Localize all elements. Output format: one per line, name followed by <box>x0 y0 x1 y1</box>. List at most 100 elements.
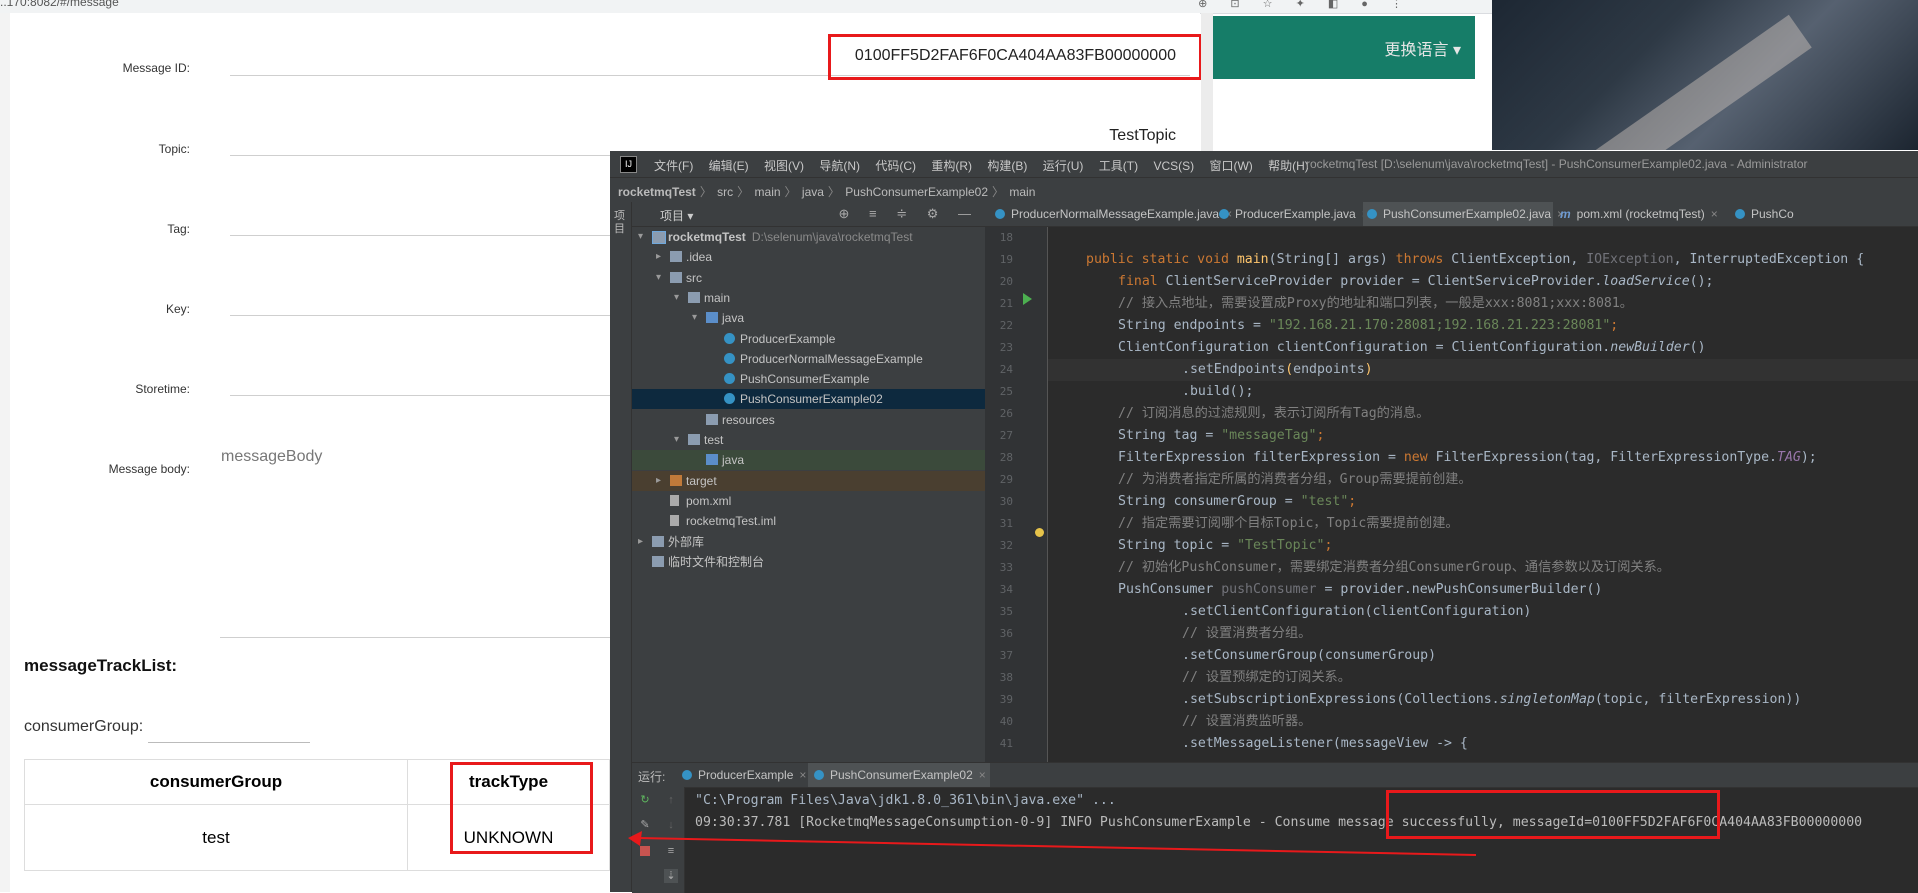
breadcrumb-project[interactable]: rocketmqTest <box>618 185 696 199</box>
close-icon[interactable]: × <box>1711 207 1718 221</box>
menu-help[interactable]: 帮助(H) <box>1268 159 1309 173</box>
tree-item-idea[interactable]: ▸ .idea <box>632 247 985 267</box>
scroll-down-icon[interactable]: ↓ <box>664 818 678 832</box>
tab-producer-normal-message-example[interactable]: ProducerNormalMessageExample.java× <box>995 202 1232 226</box>
lightbulb-icon[interactable] <box>1035 528 1044 537</box>
tree-item-label: PushConsumerExample <box>740 372 870 387</box>
tab-push-consumer-example-02[interactable]: PushConsumerExample02.java × <box>1363 202 1564 226</box>
tree-item-target[interactable]: ▸ target <box>632 470 985 491</box>
chevron-right-icon[interactable]: ▸ <box>638 532 643 552</box>
tree-item-[interactable]: 临时文件和控制台 <box>632 552 985 572</box>
chevron-right-icon[interactable]: ▸ <box>656 471 661 491</box>
folder-green-icon <box>706 454 718 466</box>
wrench-icon[interactable]: ✎ <box>638 818 652 832</box>
code-line-40: // 设置消费监听器。 <box>1182 714 1312 729</box>
console-line-command: "C:\Program Files\Java\jdk1.8.0_361\bin\… <box>695 793 1116 808</box>
track-type-highlight-box <box>450 762 593 854</box>
menu-edit[interactable]: 编辑(E) <box>709 159 749 173</box>
breadcrumb-main[interactable]: main <box>755 185 781 199</box>
rerun-icon[interactable]: ↻ <box>638 793 652 807</box>
breadcrumb: rocketmqTest 〉 src 〉 main 〉 java 〉 PushConsu… <box>610 177 1918 203</box>
run-tab-push-consumer-example-02[interactable]: PushConsumerExample02 × <box>808 763 990 787</box>
run-tab-producer-example[interactable]: ProducerExample × <box>678 763 806 787</box>
topic-label: Topic: <box>158 142 190 156</box>
close-icon[interactable]: × <box>979 768 986 782</box>
code-line-28: FilterExpression filterExpression = new … <box>1118 450 1817 465</box>
scroll-up-icon[interactable]: ↑ <box>664 793 678 807</box>
code-line-23: ClientConfiguration clientConfiguration … <box>1118 340 1706 355</box>
code-editor[interactable]: public static void main(String[] args) t… <box>1048 227 1918 762</box>
breadcrumb-separator-icon: 〉 <box>699 185 712 199</box>
breadcrumb-java[interactable]: java <box>802 185 824 199</box>
menu-file[interactable]: 文件(F) <box>654 159 693 173</box>
console-output[interactable]: "C:\Program Files\Java\jdk1.8.0_361\bin\… <box>684 787 1918 893</box>
code-line-32: String topic = "TestTopic"; <box>1118 538 1333 553</box>
chevron-down-icon[interactable]: ▾ <box>674 430 679 450</box>
tree-item-rocketmqtest[interactable]: ▾ rocketmqTest D:\selenum\java\rocketmqTes… <box>632 227 985 247</box>
browser-toolbar-icons[interactable]: ⊕ ⊡ ☆ ✦ ◧ ● ⋮ <box>1198 0 1412 10</box>
chevron-right-icon[interactable]: ▸ <box>656 247 661 267</box>
soft-wrap-icon[interactable]: ≡ <box>664 844 678 858</box>
tree-item-producernormalmessageexample[interactable]: ProducerNormalMessageExample <box>632 349 985 369</box>
close-icon[interactable]: × <box>799 768 806 782</box>
tree-item-pushconsumerexample02[interactable]: PushConsumerExample02 <box>632 389 985 410</box>
breadcrumb-src[interactable]: src <box>717 185 733 199</box>
tree-item-label: .idea <box>686 250 713 265</box>
tree-item-producerexample[interactable]: ProducerExample <box>632 329 985 349</box>
code-line-36: // 设置消费者分组。 <box>1182 626 1312 641</box>
tree-item-resources[interactable]: resources <box>632 410 985 430</box>
tree-item-test[interactable]: ▾ test <box>632 430 985 450</box>
project-panel-tool-icons[interactable]: ⊕ ≡ ≑ ⚙ — <box>839 206 979 222</box>
code-line-38: // 设置预绑定的订阅关系。 <box>1182 670 1351 685</box>
tab-producer-example[interactable]: ProducerExample.java× <box>1219 202 1369 226</box>
ide-titlebar: IJ 文件(F) 编辑(E) 视图(V) 导航(N) 代码(C) 重构(R) 构… <box>610 151 1918 177</box>
breadcrumb-class[interactable]: PushConsumerExample02 <box>845 185 988 199</box>
intellij-logo-icon[interactable]: IJ <box>620 156 637 173</box>
tree-item-main[interactable]: ▾ main <box>632 288 985 308</box>
menu-build[interactable]: 构建(B) <box>987 159 1027 173</box>
chevron-down-icon[interactable]: ▾ <box>692 308 697 328</box>
tree-item-pushconsumerexample[interactable]: PushConsumerExample <box>632 369 985 389</box>
menu-navigate[interactable]: 导航(N) <box>819 159 860 173</box>
tree-item-pom-xml[interactable]: pom.xml <box>632 491 985 511</box>
run-gutter-icon[interactable] <box>1023 293 1032 305</box>
project-panel: 项目 ▾ ⊕ ≡ ≑ ⚙ — ▾ rocketmqTest D:\selenum\j… <box>632 202 985 762</box>
menu-vcs[interactable]: VCS(S) <box>1153 159 1194 173</box>
project-tool-window-button[interactable]: 项目 <box>614 210 627 236</box>
tree-item-java[interactable]: java <box>632 450 985 471</box>
scroll-to-end-icon[interactable]: ⇣ <box>664 869 678 883</box>
menu-run[interactable]: 运行(U) <box>1043 159 1084 173</box>
class-icon <box>1735 209 1745 219</box>
breadcrumb-method[interactable]: main <box>1009 185 1035 199</box>
menu-view[interactable]: 视图(V) <box>764 159 804 173</box>
chevron-down-icon[interactable]: ▾ <box>674 288 679 308</box>
menu-refactor[interactable]: 重构(R) <box>931 159 972 173</box>
menu-tools[interactable]: 工具(T) <box>1099 159 1138 173</box>
console-message-id-highlight-box <box>1386 790 1720 839</box>
chevron-down-icon[interactable]: ▾ <box>638 227 643 247</box>
consumer-group-filter-input[interactable] <box>148 742 310 743</box>
tree-item-[interactable]: ▸ 外部库 <box>632 532 985 552</box>
run-tab-label: ProducerExample <box>698 768 794 782</box>
tree-item-rocketmqtest-iml[interactable]: rocketmqTest.iml <box>632 511 985 531</box>
code-line-24: .setEndpoints(endpoints) <box>1048 359 1918 381</box>
line-number: 26 <box>999 407 1013 420</box>
address-url[interactable]: ..170:8082/#/message <box>0 0 119 9</box>
address-bar[interactable]: ..170:8082/#/message ⊕ ⊡ ☆ ✦ ◧ ● ⋮ <box>0 0 1492 14</box>
tab-push-consumer-example[interactable]: PushCo <box>1735 202 1855 226</box>
menu-code[interactable]: 代码(C) <box>875 159 916 173</box>
tree-item-src[interactable]: ▾ src <box>632 268 985 288</box>
language-switch-dropdown[interactable]: 更换语言 ▾ <box>1385 36 1461 60</box>
run-tab-bar: 运行: ProducerExample × PushConsumerExample… <box>632 763 1918 788</box>
class-icon <box>724 393 735 405</box>
project-panel-title[interactable]: 项目 ▾ <box>660 207 693 224</box>
tree-item-label: target <box>686 473 717 488</box>
menu-window[interactable]: 窗口(W) <box>1209 159 1252 173</box>
tab-pom-xml[interactable]: m pom.xml (rocketmqTest) × <box>1560 202 1730 226</box>
line-number: 30 <box>999 495 1013 508</box>
folder-blue-icon <box>706 312 718 324</box>
stop-icon[interactable] <box>640 846 650 856</box>
tab-label: ProducerExample.java <box>1235 207 1356 221</box>
tree-item-java[interactable]: ▾ java <box>632 308 985 328</box>
chevron-down-icon[interactable]: ▾ <box>656 268 661 288</box>
